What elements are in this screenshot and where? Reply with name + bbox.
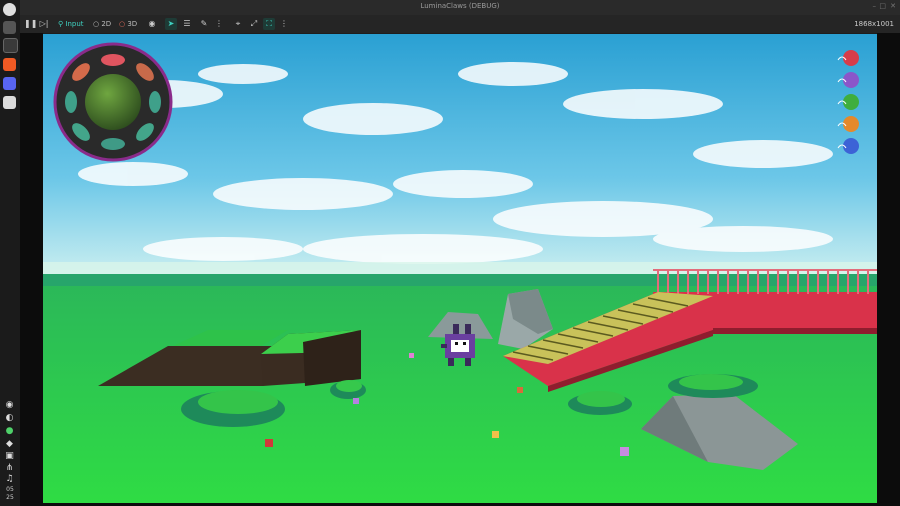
fish-icon[interactable] (65, 91, 77, 113)
gamepad-icon: ⚲ (58, 20, 64, 28)
yarn-ball-icon[interactable] (843, 116, 859, 132)
fish-icon[interactable] (149, 91, 161, 113)
fish-icon[interactable] (101, 138, 125, 150)
center-orb (85, 74, 141, 130)
viewport-border-right (877, 33, 900, 506)
game-viewport[interactable] (43, 34, 877, 503)
fullscreen-icon[interactable]: ⛶ (263, 18, 275, 30)
input-toggle[interactable]: ⚲ Input (58, 18, 84, 30)
yarn-ball-icon[interactable] (843, 50, 859, 66)
pause-icon[interactable]: ❚❚ (24, 18, 37, 30)
viewport-border-left (20, 33, 43, 506)
terminal-icon[interactable] (3, 38, 18, 53)
fish-inventory-wheel[interactable] (53, 42, 173, 162)
box-tray-icon[interactable]: ▣ (4, 451, 15, 462)
bush-top (577, 391, 625, 407)
files-icon[interactable] (3, 21, 16, 34)
app-dock: ◉ ◐ ● ◆ ▣ ⋔ ♫ 05 25 (0, 0, 21, 506)
paint-icon[interactable]: ✎ (198, 18, 210, 30)
bush-top (679, 374, 743, 390)
mode-3d-button[interactable]: ○ 3D (119, 18, 137, 30)
camera-focus-icon[interactable]: ⌖ (232, 18, 244, 30)
yarn-ball-icon[interactable] (843, 138, 859, 154)
window-title: LuminaClaws (DEBUG) (420, 2, 500, 10)
resolution-readout: 1868x1001 (854, 20, 894, 28)
discord-icon[interactable] (3, 77, 16, 90)
yarn-ball-icon[interactable] (843, 72, 859, 88)
circle-icon: ○ (93, 20, 100, 28)
whatsapp-tray-icon[interactable]: ● (4, 426, 15, 437)
steam-tray-icon[interactable]: ◐ (4, 413, 15, 424)
close-button[interactable]: ✕ (890, 2, 896, 10)
far-grass (43, 274, 877, 286)
mode-2d-label: 2D (101, 20, 112, 28)
bush-top (336, 380, 362, 392)
mode-3d-label: 3D (127, 20, 138, 28)
select-cursor-icon[interactable]: ➤ (165, 18, 177, 30)
input-label: Input (65, 20, 84, 28)
debug-toolbar: ❚❚ ▷| ⚲ Input ○ 2D ○ 3D ◉ ➤ ☰ ✎ ⋮ ⌖ ⤢ ⛶ … (20, 15, 900, 33)
minimize-button[interactable]: – (873, 2, 877, 10)
list-icon[interactable]: ☰ (181, 18, 193, 30)
overflow-menu-icon[interactable]: ⋮ (278, 18, 290, 30)
more-options-icon[interactable]: ⋮ (213, 18, 225, 30)
network-tray-icon[interactable]: ⋔ (4, 463, 15, 474)
clock-minute: 25 (6, 494, 14, 501)
maximize-button[interactable]: □ (879, 2, 886, 10)
circle-icon: ○ (119, 20, 126, 28)
mode-2d-button[interactable]: ○ 2D (93, 18, 111, 30)
music-tray-icon[interactable]: ♫ (4, 474, 15, 485)
clock-hour: 05 (6, 486, 14, 493)
fish-icon[interactable] (101, 54, 125, 66)
step-frame-icon[interactable]: ▷| (38, 18, 50, 30)
expand-icon[interactable]: ⤢ (248, 18, 260, 30)
discord-tray-icon[interactable]: ◉ (4, 400, 15, 411)
game-scene (43, 34, 877, 503)
visibility-icon[interactable]: ◉ (146, 18, 158, 30)
settings-icon[interactable] (3, 96, 16, 109)
shield-tray-icon[interactable]: ◆ (4, 439, 15, 450)
window-titlebar: LuminaClaws (DEBUG) – □ ✕ (20, 0, 900, 15)
bush-top (198, 390, 278, 414)
brave-browser-icon[interactable] (3, 58, 16, 71)
system-logo-icon[interactable] (3, 3, 16, 16)
yarn-ball-icon[interactable] (843, 94, 859, 110)
